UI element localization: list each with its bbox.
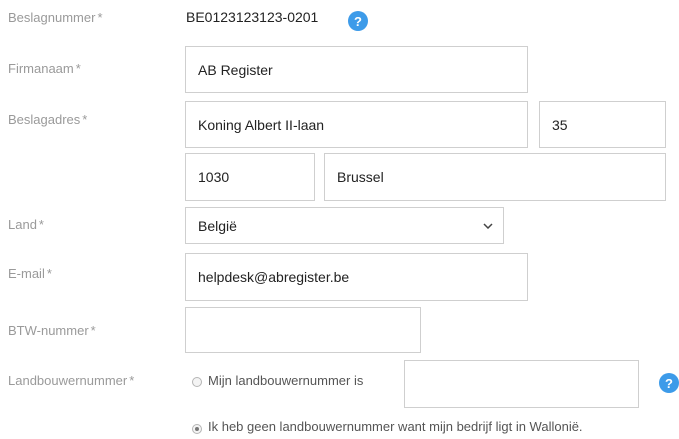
radio-none-label: Ik heb geen landbouwernummer want mijn b… xyxy=(208,419,583,434)
beslagnummer-label: Beslagnummer * xyxy=(8,10,103,25)
required-marker: * xyxy=(90,323,96,338)
landbouw-label: Landbouwernummer * xyxy=(8,373,134,388)
beslagnummer-value: BE0123123123-0201 xyxy=(186,9,319,25)
radio-has-landbouwnummer[interactable] xyxy=(192,377,202,387)
email-input[interactable]: helpdesk@abregister.be xyxy=(185,253,528,301)
email-label: E-mail * xyxy=(8,266,52,281)
firmanaam-input[interactable]: AB Register xyxy=(185,46,528,93)
help-glyph: ? xyxy=(665,375,673,391)
btw-input[interactable] xyxy=(185,307,421,353)
street-input[interactable]: Koning Albert II-laan xyxy=(185,101,528,148)
house-number-value: 35 xyxy=(552,116,568,133)
required-marker: * xyxy=(46,266,52,281)
email-value: helpdesk@abregister.be xyxy=(198,269,350,285)
land-value: België xyxy=(198,217,237,234)
postcode-value: 1030 xyxy=(198,169,230,185)
land-label-text: Land xyxy=(8,217,37,232)
btw-label: BTW-nummer * xyxy=(8,323,96,338)
email-label-text: E-mail xyxy=(8,266,45,281)
help-glyph: ? xyxy=(354,13,362,29)
help-icon[interactable]: ? xyxy=(348,11,368,31)
chevron-down-icon xyxy=(483,222,493,229)
landbouwnummer-input[interactable] xyxy=(404,360,639,408)
firmanaam-label: Firmanaam * xyxy=(8,61,81,76)
firmanaam-label-text: Firmanaam xyxy=(8,61,74,76)
required-marker: * xyxy=(82,112,88,127)
radio-no-landbouwnummer[interactable] xyxy=(192,424,202,434)
beslagadres-label-text: Beslagadres xyxy=(8,112,81,127)
beslagadres-label: Beslagadres * xyxy=(8,112,87,127)
required-marker: * xyxy=(75,61,81,76)
help-icon[interactable]: ? xyxy=(659,373,679,393)
firmanaam-value: AB Register xyxy=(198,61,273,78)
land-select[interactable]: België xyxy=(185,207,504,244)
landbouw-label-text: Landbouwernummer xyxy=(8,373,128,388)
required-marker: * xyxy=(38,217,44,232)
beslagnummer-label-text: Beslagnummer xyxy=(8,10,96,25)
btw-label-text: BTW-nummer xyxy=(8,323,89,338)
required-marker: * xyxy=(97,10,103,25)
city-value: Brussel xyxy=(337,169,384,185)
postcode-input[interactable]: 1030 xyxy=(185,153,315,201)
street-value: Koning Albert II-laan xyxy=(198,116,325,133)
radio-has-label: Mijn landbouwernummer is xyxy=(208,373,364,388)
city-input[interactable]: Brussel xyxy=(324,153,666,201)
land-label: Land * xyxy=(8,217,44,232)
house-number-input[interactable]: 35 xyxy=(539,101,666,148)
required-marker: * xyxy=(129,373,135,388)
